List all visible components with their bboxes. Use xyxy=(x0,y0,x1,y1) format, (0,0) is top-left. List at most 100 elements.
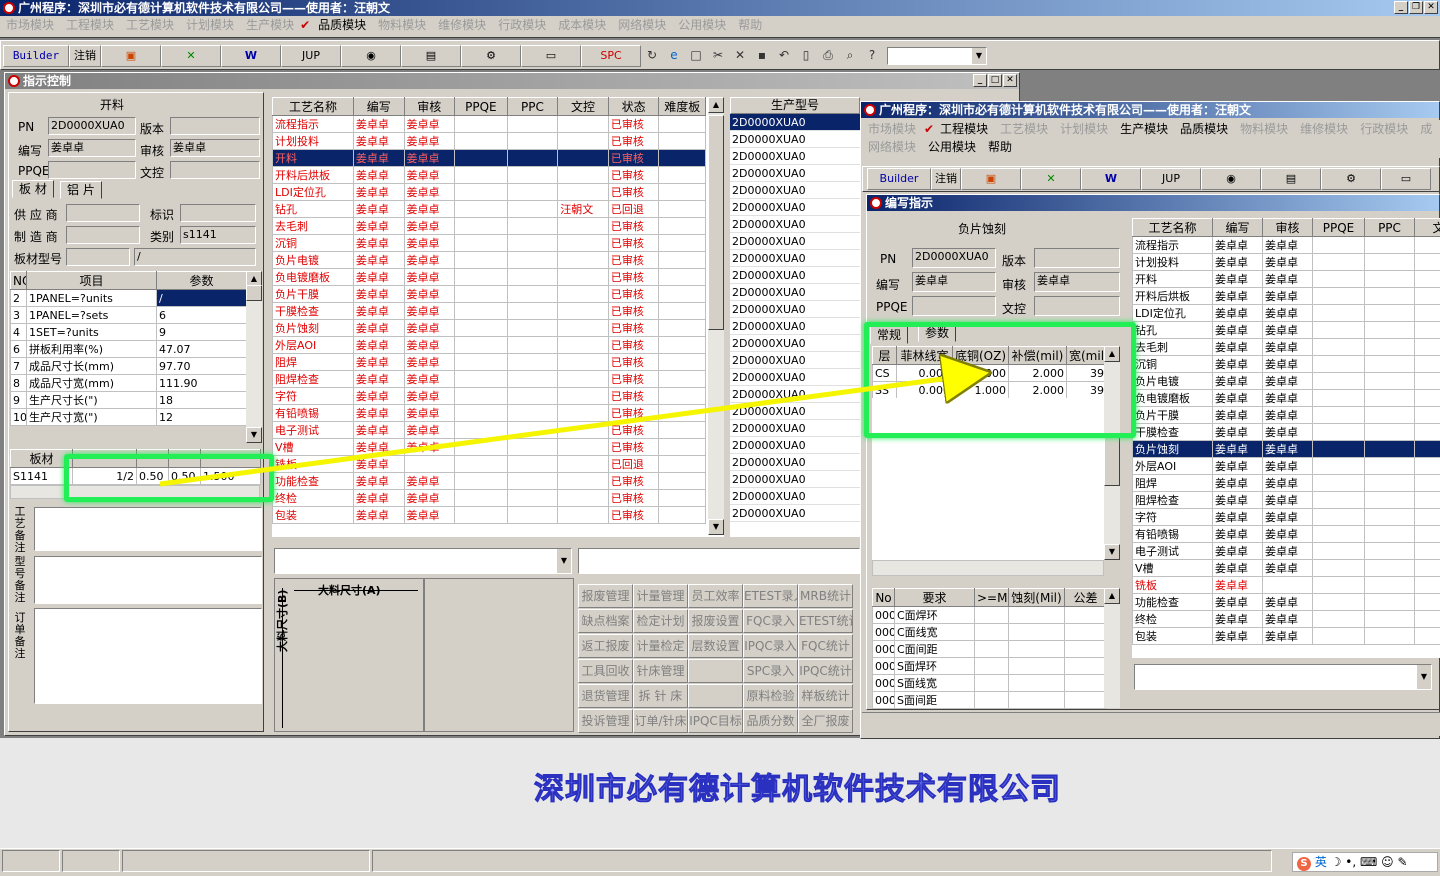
process-row[interactable]: 电子测试 姜卓卓 姜卓卓 已审核 xyxy=(272,421,706,439)
excel-icon[interactable]: ✕ xyxy=(161,45,221,67)
version-field[interactable] xyxy=(170,117,260,135)
w2-menu-item[interactable]: 网络模块 xyxy=(862,138,922,156)
quality-button[interactable]: 层数设置 xyxy=(688,634,743,658)
w2-logout-button[interactable]: 注销 xyxy=(931,168,961,190)
quality-button[interactable]: 订单/针床 xyxy=(633,709,688,733)
model-list-item[interactable]: 2D0000XUA0 xyxy=(730,233,860,250)
quality-button[interactable]: 全厂报废 xyxy=(798,709,853,733)
param-scrollbar[interactable]: ▲ ▼ xyxy=(246,271,262,443)
model-list-item[interactable]: 2D0000XUA0 xyxy=(730,454,860,471)
quality-button[interactable]: 品质分数 xyxy=(743,709,798,733)
quality-button[interactable]: 检定计划 xyxy=(633,609,688,633)
process-row[interactable]: 钻孔 姜卓卓 姜卓卓 汪朝文 已回退 xyxy=(272,200,706,218)
w2-process-row[interactable]: 负片蚀刻 姜卓卓 姜卓卓 xyxy=(1132,440,1440,458)
process-row[interactable]: 终检 姜卓卓 姜卓卓 已审核 xyxy=(272,489,706,507)
quality-button[interactable]: MRB统计 xyxy=(798,584,853,608)
w2-process-row[interactable]: 去毛刺 姜卓卓 姜卓卓 xyxy=(1132,338,1440,356)
quality-button[interactable]: IPQC录入 xyxy=(743,634,798,658)
param-row[interactable]: 6 拼板利用率(%) 47.07 xyxy=(10,340,247,358)
menu-item[interactable]: 工艺模块 xyxy=(120,16,180,34)
process-scrollbar[interactable]: ▲ ▼ xyxy=(708,97,724,535)
req-row[interactable]: 000 C面线宽 xyxy=(872,623,1107,641)
process-col-header[interactable]: 状态 xyxy=(607,97,660,116)
process-row[interactable]: 负片蚀刻 姜卓卓 姜卓卓 已审核 xyxy=(272,319,706,337)
req-scrollbar[interactable]: ▲ xyxy=(1104,588,1120,708)
process-row[interactable]: 阻焊检查 姜卓卓 姜卓卓 已审核 xyxy=(272,370,706,388)
process-col-header[interactable]: 工艺名称 xyxy=(272,97,354,116)
undo-icon[interactable]: ↶ xyxy=(773,45,795,67)
network-icon[interactable]: ⚙ xyxy=(461,45,521,67)
w2-process-row[interactable]: 开料后烘板 姜卓卓 姜卓卓 xyxy=(1132,287,1440,305)
param-row[interactable]: 4 1SET=?units 9 xyxy=(10,323,247,341)
model-list-item[interactable]: 2D0000XUA0 xyxy=(730,352,860,369)
model-list-item[interactable]: 2D0000XUA0 xyxy=(730,131,860,148)
w1-minimize-button[interactable]: _ xyxy=(973,74,987,87)
w2-computer-icon[interactable]: ▭ xyxy=(1381,168,1431,190)
print-icon[interactable]: ⎙ xyxy=(817,45,839,67)
model-list-item[interactable]: 2D0000XUA0 xyxy=(730,369,860,386)
process-row[interactable]: 负片电镀 姜卓卓 姜卓卓 已审核 xyxy=(272,251,706,269)
param-row[interactable]: 7 成品尺寸长(mm) 97.70 xyxy=(10,357,247,375)
tab-aluminum[interactable]: 铝 片 xyxy=(60,181,102,199)
req-col-header[interactable]: 公差 xyxy=(1064,588,1107,607)
w2-author-field[interactable]: 姜卓卓 xyxy=(912,272,996,292)
w2-process-row[interactable]: 负片电镀 姜卓卓 姜卓卓 xyxy=(1132,372,1440,390)
req-row[interactable]: 000 C面焊环 xyxy=(872,606,1107,624)
help-icon[interactable]: ? xyxy=(861,45,883,67)
doc-control-field[interactable] xyxy=(170,161,260,179)
board-model-field[interactable] xyxy=(66,248,130,266)
quality-button[interactable]: 报废管理 xyxy=(578,584,633,608)
menu-item[interactable]: 行政模块 xyxy=(492,16,552,34)
req-col-header[interactable]: No xyxy=(872,588,895,607)
menu-item[interactable]: 网络模块 xyxy=(612,16,672,34)
w2-process-row[interactable]: 电子测试 姜卓卓 姜卓卓 xyxy=(1132,542,1440,560)
w2-doc-field[interactable] xyxy=(1034,296,1120,316)
req-row[interactable]: 000 S面焊环 xyxy=(872,657,1107,675)
model-list-item[interactable]: 2D0000XUA0 xyxy=(730,488,860,505)
menu-item[interactable]: 维修模块 xyxy=(432,16,492,34)
process-col-header[interactable]: PPC xyxy=(506,97,559,116)
w2-excel-icon[interactable]: ✕ xyxy=(1021,168,1081,190)
powerpoint-icon[interactable]: ▣ xyxy=(101,45,161,67)
process-row[interactable]: 干膜检查 姜卓卓 姜卓卓 已审核 xyxy=(272,302,706,320)
class-field[interactable]: s1141 xyxy=(180,226,256,244)
req-row[interactable]: 000 S面间距 xyxy=(872,691,1107,709)
model-list-item[interactable]: 2D0000XUA0 xyxy=(730,437,860,454)
quality-button[interactable]: 返工报废 xyxy=(578,634,633,658)
ppqe-field[interactable] xyxy=(48,161,136,179)
w2-menu-item[interactable]: 公用模块 xyxy=(922,138,982,156)
builder-button[interactable]: Builder xyxy=(3,45,69,67)
w2-eye-icon[interactable]: ◉ xyxy=(1201,168,1261,190)
process-row[interactable]: 开料 姜卓卓 姜卓卓 已审核 xyxy=(272,149,706,167)
w2-process-row[interactable]: 负片干膜 姜卓卓 姜卓卓 xyxy=(1132,406,1440,424)
process-col-header[interactable]: 编写 xyxy=(352,97,405,116)
menu-item[interactable]: 市场模块 xyxy=(0,16,60,34)
w2-process-col-header[interactable]: PPC xyxy=(1364,218,1415,237)
quality-button[interactable]: 报废设置 xyxy=(688,609,743,633)
w2-process-col-header[interactable]: 编写 xyxy=(1212,218,1263,237)
quality-button[interactable]: IPQC统计 xyxy=(798,659,853,683)
process-row[interactable]: 负片干膜 姜卓卓 姜卓卓 已审核 xyxy=(272,285,706,303)
process-col-header[interactable]: 难度板 xyxy=(658,97,706,116)
w2-word-icon[interactable]: W xyxy=(1081,168,1141,190)
author-field[interactable]: 姜卓卓 xyxy=(48,139,136,157)
w2-powerpoint-icon[interactable]: ▣ xyxy=(961,168,1021,190)
quality-button[interactable]: 计量检定 xyxy=(633,634,688,658)
quality-button[interactable]: ETEST录入 xyxy=(743,584,798,608)
restore-button[interactable]: ❐ xyxy=(1409,1,1423,14)
find-icon[interactable]: ⌕ xyxy=(839,45,861,67)
close-button[interactable]: ✕ xyxy=(1424,1,1438,14)
process-row[interactable]: 流程指示 姜卓卓 姜卓卓 已审核 xyxy=(272,115,706,133)
quality-button[interactable]: 投诉管理 xyxy=(578,709,633,733)
param-row[interactable]: 8 成品尺寸宽(mm) 111.90 xyxy=(10,374,247,392)
w2-process-row[interactable]: 外层AOI 姜卓卓 姜卓卓 xyxy=(1132,457,1440,475)
process-row[interactable]: 负电镀磨板 姜卓卓 姜卓卓 已审核 xyxy=(272,268,706,286)
w2-combo[interactable]: ▼ xyxy=(1134,664,1432,690)
w2-menu-item[interactable]: 维修模块 xyxy=(1294,120,1354,138)
w2-review-field[interactable]: 姜卓卓 xyxy=(1034,272,1120,292)
model-list-item[interactable]: 2D0000XUA0 xyxy=(730,165,860,182)
w2-process-row[interactable]: 负电镀磨板 姜卓卓 姜卓卓 xyxy=(1132,389,1440,407)
logout-button[interactable]: 注销 xyxy=(69,45,101,67)
model-list-item[interactable]: 2D0000XUA0 xyxy=(730,216,860,233)
process-row[interactable]: 包装 姜卓卓 姜卓卓 已审核 xyxy=(272,506,706,524)
